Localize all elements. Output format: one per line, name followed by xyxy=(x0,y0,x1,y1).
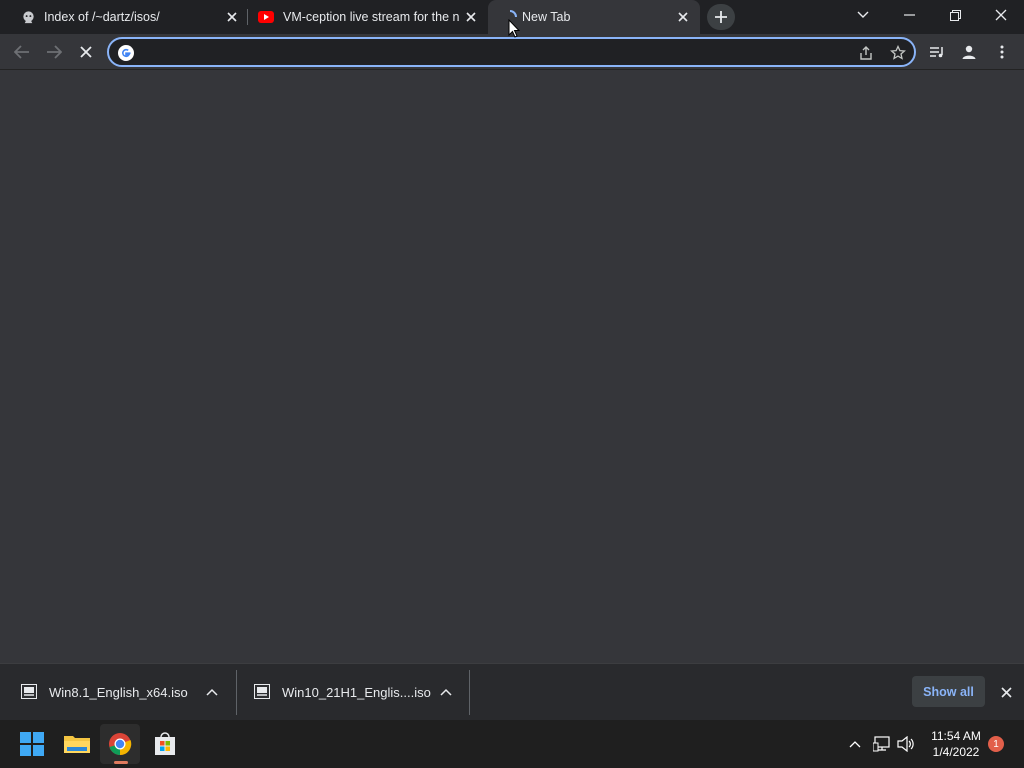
close-icon xyxy=(995,9,1007,21)
clock[interactable]: 11:54 AM 1/4/2022 xyxy=(926,728,986,760)
file-explorer-icon xyxy=(64,736,90,753)
store-button[interactable] xyxy=(145,724,185,764)
menu-button[interactable] xyxy=(988,38,1016,66)
kebab-menu-icon xyxy=(1000,45,1004,59)
download-filename: Win8.1_English_x64.iso xyxy=(49,685,188,700)
tab-title: New Tab xyxy=(522,10,571,24)
download-shelf: Win8.1_English_x64.iso Win10_21H1_Englis… xyxy=(0,663,1024,720)
clock-time: 11:54 AM xyxy=(931,729,981,743)
chrome-icon xyxy=(109,733,132,756)
restore-button[interactable] xyxy=(932,0,978,30)
bookmark-star-icon[interactable] xyxy=(888,43,908,63)
mouse-cursor-icon xyxy=(508,19,520,38)
file-explorer-button[interactable] xyxy=(57,724,97,764)
share-icon[interactable] xyxy=(856,43,876,63)
show-hidden-icons-button[interactable] xyxy=(845,734,865,754)
network-icon xyxy=(873,736,890,752)
restore-icon xyxy=(949,9,961,21)
back-button[interactable] xyxy=(8,38,36,66)
address-bar[interactable] xyxy=(107,37,916,67)
windows-start-icon xyxy=(20,732,44,756)
chevron-up-icon[interactable] xyxy=(438,684,454,700)
github-octocat-icon xyxy=(20,9,36,25)
close-tab-icon[interactable] xyxy=(675,9,691,25)
windows-start-button[interactable] xyxy=(12,724,52,764)
tab-title: VM-ception live stream for the n xyxy=(283,10,459,24)
download-item[interactable]: Win10_21H1_Englis....iso xyxy=(237,664,469,721)
show-all-downloads-button[interactable]: Show all xyxy=(912,676,985,707)
arrow-left-icon xyxy=(14,45,29,59)
network-button[interactable] xyxy=(872,734,892,754)
tab-search-button[interactable] xyxy=(840,0,886,30)
speaker-icon xyxy=(897,736,914,752)
close-shelf-icon[interactable] xyxy=(997,683,1015,701)
address-input[interactable] xyxy=(141,43,841,61)
stop-loading-button[interactable] xyxy=(72,38,100,66)
toolbar xyxy=(0,34,1024,70)
profile-button[interactable] xyxy=(955,38,983,66)
browser-window: Index of /~dartz/isos/ VM-ception live s… xyxy=(0,0,1024,768)
close-window-button[interactable] xyxy=(978,0,1024,30)
notification-badge[interactable]: 1 xyxy=(988,736,1004,752)
google-icon xyxy=(118,45,134,61)
close-tab-icon[interactable] xyxy=(463,9,479,25)
tab-vm-ception-stream[interactable]: VM-ception live stream for the n xyxy=(249,0,487,34)
youtube-icon xyxy=(258,9,274,25)
taskbar: 11:54 AM 1/4/2022 1 xyxy=(0,720,1024,768)
iso-file-icon xyxy=(254,684,270,699)
minimize-button[interactable] xyxy=(886,0,932,30)
download-separator xyxy=(469,670,470,715)
chrome-taskbar-button[interactable] xyxy=(100,724,140,764)
store-icon xyxy=(155,732,175,755)
page-content xyxy=(0,70,1024,663)
tab-title: Index of /~dartz/isos/ xyxy=(44,10,160,24)
tab-isos-index[interactable]: Index of /~dartz/isos/ xyxy=(8,0,248,34)
chevron-up-icon xyxy=(849,741,861,748)
forward-button[interactable] xyxy=(40,38,68,66)
close-tab-icon[interactable] xyxy=(224,9,240,25)
chevron-up-icon[interactable] xyxy=(204,684,220,700)
volume-button[interactable] xyxy=(896,734,916,754)
iso-file-icon xyxy=(21,684,37,699)
new-tab-button[interactable] xyxy=(707,4,735,30)
minimize-icon xyxy=(903,14,915,16)
download-item[interactable]: Win8.1_English_x64.iso xyxy=(0,664,236,721)
tab-separator xyxy=(247,9,248,25)
active-app-indicator xyxy=(114,761,128,764)
person-icon xyxy=(962,45,976,59)
media-control-button[interactable] xyxy=(923,38,951,66)
arrow-right-icon xyxy=(47,45,62,59)
clock-date: 1/4/2022 xyxy=(932,745,980,759)
media-queue-icon xyxy=(930,47,943,58)
plus-icon xyxy=(715,11,727,23)
download-filename: Win10_21H1_Englis....iso xyxy=(282,685,431,700)
chevron-down-icon xyxy=(857,11,869,18)
stop-x-icon xyxy=(80,46,92,58)
